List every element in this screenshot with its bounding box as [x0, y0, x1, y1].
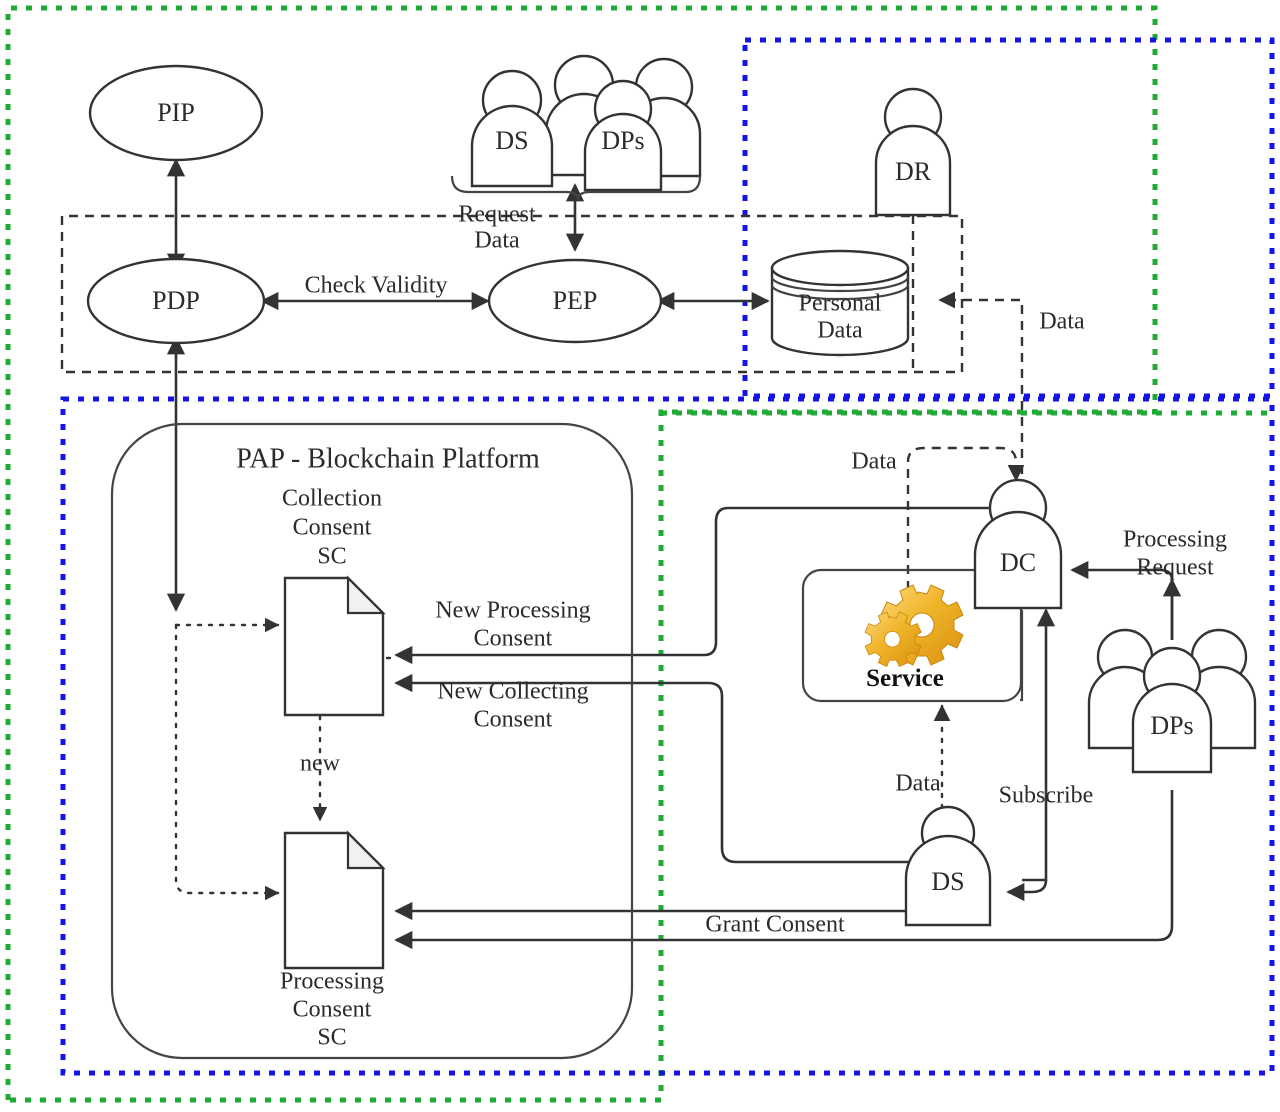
- edge-label-new-processing-2: Consent: [474, 626, 553, 652]
- node-dps-top-label: DPs: [601, 126, 644, 155]
- node-dc-label: DC: [1000, 548, 1036, 577]
- node-dps-right-group[interactable]: DPs: [1087, 628, 1257, 774]
- edge-label-processing-request-1: Processing: [1123, 527, 1227, 553]
- node-personal-data-line2: Data: [817, 318, 863, 344]
- node-processing-consent-sc[interactable]: Processing Consent SC: [280, 830, 386, 1051]
- architecture-diagram: PIP PDP PEP DS DPs DR Personal Data PAP …: [5, 5, 1275, 1103]
- edge-label-new-collecting-1: New Collecting: [437, 679, 588, 705]
- node-pdp[interactable]: PDP: [86, 257, 266, 345]
- node-collection-consent-sc[interactable]: Collection Consent SC: [282, 486, 386, 717]
- node-ds-label: DS: [495, 126, 528, 155]
- service-label: Service: [866, 665, 944, 692]
- diagram-canvas: PIP PDP PEP DS DPs DR Personal Data PAP …: [0, 0, 1280, 1112]
- edge-label-request-data-1: Request: [458, 202, 536, 228]
- node-pip[interactable]: PIP: [88, 64, 264, 162]
- edge-subscribe-up: [1022, 608, 1056, 882]
- collection-sc-line3: SC: [317, 544, 346, 570]
- edge-label-new: new: [300, 751, 341, 777]
- node-personal-data-line1: Personal: [799, 291, 882, 317]
- node-dps-right-label: DPs: [1150, 711, 1193, 740]
- collection-sc-line2: Consent: [293, 515, 372, 541]
- processing-sc-line3: SC: [317, 1025, 346, 1051]
- node-dc[interactable]: DC: [973, 478, 1063, 610]
- node-personal-data[interactable]: Personal Data: [770, 249, 910, 357]
- edge-label-subscribe: Subscribe: [999, 783, 1094, 809]
- edge-label-request-data-2: Data: [474, 228, 520, 254]
- node-pep-label: PEP: [553, 286, 598, 315]
- edge-label-data-right: Data: [1039, 309, 1085, 335]
- edge-label-new-collecting-2: Consent: [474, 707, 553, 733]
- collection-sc-line1: Collection: [282, 486, 382, 512]
- edge-label-grant-consent: Grant Consent: [705, 912, 845, 938]
- edge-label-data-ds: Data: [895, 771, 941, 797]
- edge-label-new-processing-1: New Processing: [435, 598, 590, 624]
- node-dr[interactable]: DR: [874, 87, 952, 217]
- node-pep[interactable]: PEP: [487, 258, 663, 344]
- gear-icon: [864, 584, 964, 668]
- node-dr-label: DR: [895, 157, 932, 186]
- edge-dot-pdp-processing-sc: [174, 623, 280, 901]
- processing-sc-line2: Consent: [293, 997, 372, 1023]
- node-ds-bottom-label: DS: [931, 867, 964, 896]
- pap-title: PAP - Blockchain Platform: [236, 443, 540, 474]
- processing-sc-line1: Processing: [280, 969, 384, 995]
- edge-label-data-dc: Data: [851, 449, 897, 475]
- node-ds-bottom[interactable]: DS: [904, 805, 992, 927]
- node-pdp-label: PDP: [152, 286, 200, 315]
- edge-subscribe-down: [1006, 879, 1048, 902]
- node-pip-label: PIP: [157, 98, 195, 127]
- edge-label-check-validity: Check Validity: [305, 273, 448, 299]
- node-ds-dps-group[interactable]: DS DPs: [450, 54, 702, 201]
- edge-label-processing-request-2: Request: [1136, 555, 1214, 581]
